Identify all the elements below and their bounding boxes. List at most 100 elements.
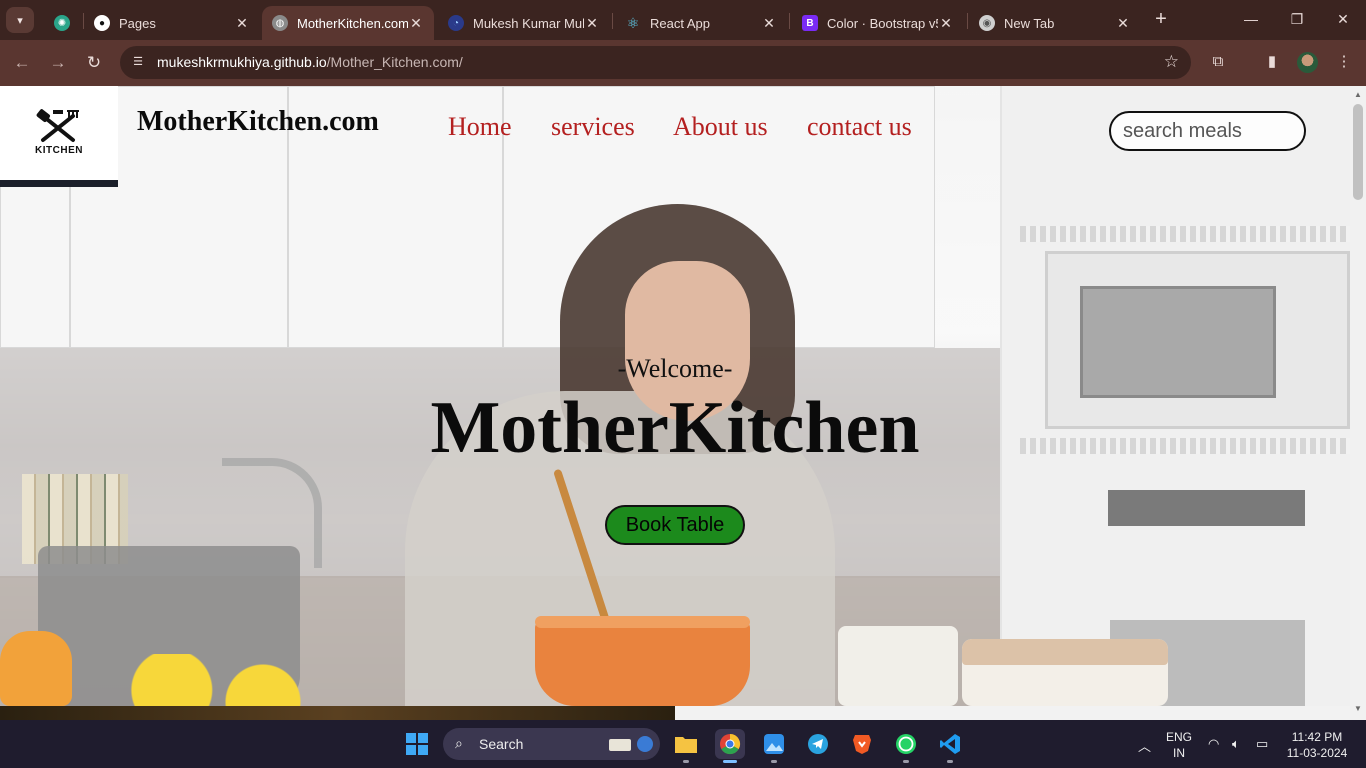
book-table-button[interactable]: Book Table bbox=[605, 505, 745, 545]
tab-separator bbox=[967, 13, 968, 29]
tab-title: React App bbox=[650, 15, 710, 31]
tab-motherkitchen[interactable]: ◍ MotherKitchen.com ✕ bbox=[262, 6, 434, 40]
paper-plane-icon bbox=[808, 734, 828, 754]
search-icon: ⌕ bbox=[455, 735, 463, 751]
minimize-icon[interactable]: — bbox=[1240, 8, 1262, 30]
forward-arrow-icon[interactable]: → bbox=[47, 52, 69, 74]
windows-start-icon[interactable] bbox=[402, 729, 432, 759]
wifi-icon[interactable]: ◠ bbox=[1208, 736, 1219, 752]
tab-new-tab[interactable]: ◉ New Tab ✕ bbox=[969, 6, 1141, 40]
utensil-jar-image bbox=[838, 626, 958, 706]
whatsapp-icon[interactable] bbox=[891, 729, 921, 759]
orange-jug-image bbox=[0, 631, 72, 706]
bookmark-star-icon[interactable]: ☆ bbox=[1164, 52, 1179, 72]
browser-toolbar: ← → ↻ ☰ mukeshkrmukhiya.github.io/Mother… bbox=[0, 40, 1366, 86]
taskbar-search[interactable]: ⌕ Search bbox=[443, 728, 660, 760]
bootstrap-icon: B bbox=[802, 15, 818, 31]
brave-icon[interactable] bbox=[847, 729, 877, 759]
tab-title: New Tab bbox=[1004, 15, 1055, 31]
url-path: /Mother_Kitchen.com/ bbox=[326, 54, 463, 70]
scroll-up-arrow-icon[interactable]: ▲ bbox=[1350, 90, 1366, 102]
site-info-icon[interactable]: ☰ bbox=[130, 54, 146, 70]
menu-kebab-icon[interactable]: ⋮ bbox=[1333, 51, 1355, 73]
back-arrow-icon[interactable]: ← bbox=[11, 52, 33, 74]
tab-title: MotherKitchen.com bbox=[297, 15, 408, 31]
folder-icon bbox=[675, 737, 697, 753]
extensions-icon[interactable]: ⧉ bbox=[1207, 51, 1229, 73]
running-indicator bbox=[771, 760, 777, 763]
tab-title: Mukesh Kumar Muk bbox=[473, 15, 584, 31]
crossed-utensils-icon bbox=[36, 109, 79, 142]
next-section-strip bbox=[0, 706, 675, 720]
code-editor-icon bbox=[940, 734, 960, 754]
scroll-thumb[interactable] bbox=[1353, 104, 1363, 200]
close-icon[interactable]: ✕ bbox=[408, 15, 424, 32]
portfolio-icon: ◔ bbox=[448, 15, 464, 31]
close-icon[interactable]: ✕ bbox=[761, 15, 777, 32]
close-icon[interactable]: ✕ bbox=[1115, 15, 1131, 32]
logo-text: KITCHEN bbox=[35, 145, 83, 156]
image-icon bbox=[764, 734, 784, 754]
tab-portfolio[interactable]: ◔ Mukesh Kumar Muk ✕ bbox=[438, 6, 610, 40]
welcome-text: -Welcome- bbox=[617, 354, 733, 383]
running-indicator bbox=[683, 760, 689, 763]
globe-icon: ◍ bbox=[272, 15, 288, 31]
clock-time[interactable]: 11:42 PM bbox=[1284, 730, 1350, 744]
file-explorer-icon[interactable] bbox=[671, 729, 701, 759]
next-section-strip bbox=[675, 706, 1350, 720]
tab-search-button[interactable]: ▾ bbox=[6, 7, 34, 33]
running-indicator bbox=[947, 760, 953, 763]
tab-chatgpt[interactable]: ✺ bbox=[44, 6, 84, 40]
taskbar: ⌕ Search ︿ ENG IN ◠ 🔈︎ ▭ 11:42 PM 11-03-… bbox=[0, 720, 1366, 768]
photos-icon[interactable] bbox=[759, 729, 789, 759]
tab-separator bbox=[612, 13, 613, 29]
url-text[interactable]: mukeshkrmukhiya.github.io/Mother_Kitchen… bbox=[157, 54, 463, 70]
close-icon[interactable]: ✕ bbox=[938, 15, 954, 32]
tab-bootstrap[interactable]: B Color · Bootstrap v5 ✕ bbox=[792, 6, 964, 40]
windows-logo-icon bbox=[406, 733, 428, 755]
hero-title: MotherKitchen bbox=[430, 387, 920, 469]
region-indicator[interactable]: IN bbox=[1163, 746, 1195, 760]
chrome-taskbar-icon[interactable] bbox=[715, 729, 745, 759]
address-bar[interactable]: ☰ mukeshkrmukhiya.github.io/Mother_Kitch… bbox=[120, 46, 1191, 79]
vscode-icon[interactable] bbox=[935, 729, 965, 759]
profile-avatar[interactable] bbox=[1297, 52, 1318, 73]
window-close-icon[interactable]: ✕ bbox=[1332, 8, 1354, 30]
nav-about-us[interactable]: About us bbox=[673, 112, 768, 142]
vent-grille bbox=[1020, 226, 1350, 242]
chrome-icon bbox=[720, 733, 741, 755]
close-icon[interactable]: ✕ bbox=[234, 15, 250, 32]
language-indicator[interactable]: ENG bbox=[1163, 730, 1195, 744]
chevron-up-icon[interactable]: ︿ bbox=[1138, 736, 1151, 755]
battery-icon[interactable]: ▭ bbox=[1256, 736, 1268, 752]
lemons-image bbox=[130, 654, 320, 714]
nav-home[interactable]: Home bbox=[448, 112, 512, 142]
tab-react-app[interactable]: ⚛ React App ✕ bbox=[615, 6, 787, 40]
clock-date[interactable]: 11-03-2024 bbox=[1284, 746, 1350, 760]
scroll-down-arrow-icon[interactable]: ▼ bbox=[1350, 704, 1366, 716]
oven-control-panel bbox=[1108, 490, 1305, 526]
site-brand[interactable]: MotherKitchen.com bbox=[137, 106, 379, 138]
tab-pages[interactable]: ● Pages ✕ bbox=[84, 6, 260, 40]
site-logo[interactable]: KITCHEN bbox=[0, 86, 118, 187]
restore-icon[interactable]: ❐ bbox=[1286, 8, 1308, 30]
side-panel-icon[interactable]: ▮ bbox=[1261, 51, 1283, 73]
orange-pot-image bbox=[535, 620, 750, 706]
tab-separator bbox=[789, 13, 790, 29]
github-icon: ● bbox=[94, 15, 110, 31]
nav-contact-us[interactable]: contact us bbox=[807, 112, 912, 142]
chat-bubble-icon bbox=[896, 734, 916, 754]
page-scrollbar[interactable]: ▲ ▼ bbox=[1350, 86, 1366, 720]
pot-rim bbox=[535, 616, 750, 628]
search-meals-input[interactable] bbox=[1109, 111, 1306, 151]
search-highlight-icon bbox=[609, 736, 653, 752]
logo-footer-bar bbox=[0, 180, 118, 187]
nav-services[interactable]: services bbox=[551, 112, 635, 142]
telegram-icon[interactable] bbox=[803, 729, 833, 759]
new-tab-button[interactable]: + bbox=[1150, 9, 1172, 31]
tab-title: Color · Bootstrap v5 bbox=[827, 15, 938, 31]
close-icon[interactable]: ✕ bbox=[584, 15, 600, 32]
reload-icon[interactable]: ↻ bbox=[83, 52, 105, 74]
tab-title: Pages bbox=[119, 15, 156, 31]
volume-icon[interactable]: 🔈︎ bbox=[1232, 736, 1240, 752]
